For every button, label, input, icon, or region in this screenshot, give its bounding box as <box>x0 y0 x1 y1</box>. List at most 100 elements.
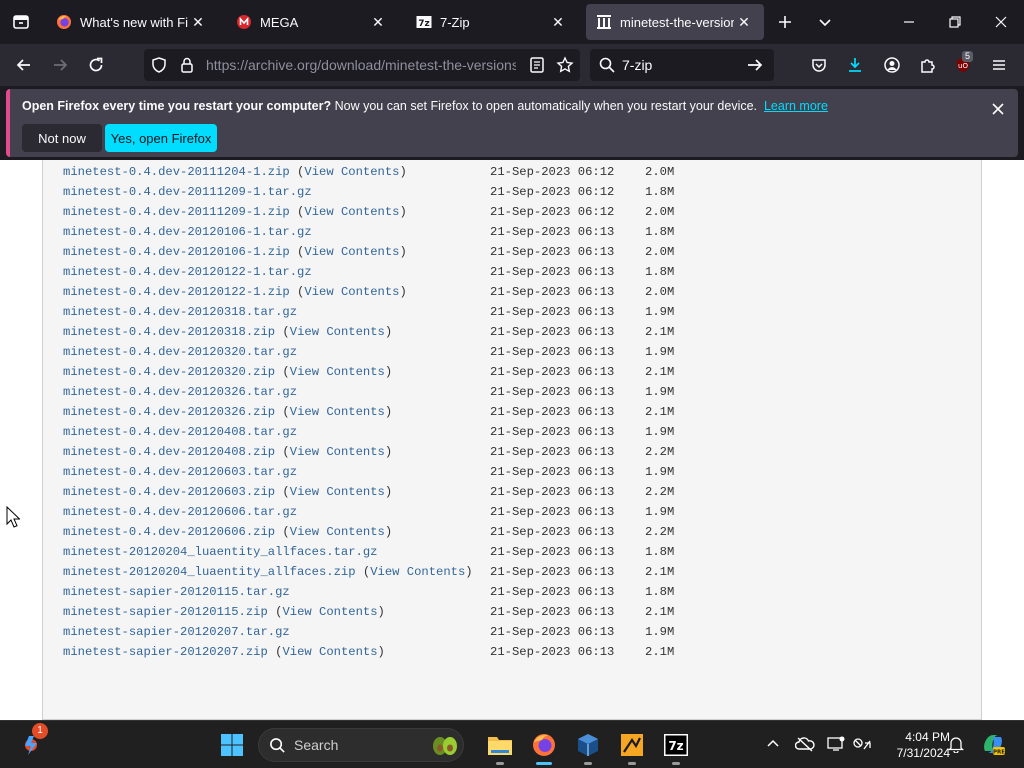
restore-icon <box>949 16 961 28</box>
file-link[interactable]: minetest-0.4.dev-20120320.tar.gz <box>63 345 297 359</box>
shield-icon[interactable] <box>150 56 168 79</box>
taskbar-search[interactable]: Search <box>258 728 464 762</box>
lock-icon[interactable] <box>178 56 196 79</box>
file-link[interactable]: minetest-0.4.dev-20120606.zip <box>63 525 275 539</box>
listing-row: minetest-0.4.dev-20120603.tar.gz 21-Sep-2… <box>63 462 674 482</box>
network-icon[interactable] <box>851 733 873 755</box>
file-link[interactable]: minetest-0.4.dev-20120326.tar.gz <box>63 385 297 399</box>
file-link[interactable]: minetest-0.4.dev-20120408.tar.gz <box>63 425 297 439</box>
tab-overview-button[interactable] <box>0 0 42 44</box>
notification-bell-icon[interactable] <box>945 733 967 755</box>
view-contents-link[interactable]: View Contents <box>290 365 385 379</box>
url-bar[interactable]: https://archive.org/download/minetest-th… <box>144 49 580 81</box>
list-all-tabs-button[interactable] <box>802 0 848 44</box>
file-link[interactable]: minetest-0.4.dev-20120318.tar.gz <box>63 305 297 319</box>
close-icon[interactable]: ✕ <box>368 12 388 32</box>
display-icon[interactable] <box>825 733 847 755</box>
paren-close: ) <box>384 445 393 459</box>
file-link[interactable]: minetest-0.4.dev-20120320.zip <box>63 365 275 379</box>
file-link[interactable]: minetest-0.4.dev-20111209-1.zip <box>63 205 290 219</box>
onedrive-offline-icon[interactable] <box>794 733 816 755</box>
close-icon[interactable]: ✕ <box>734 12 754 32</box>
close-icon[interactable]: ✕ <box>188 12 208 32</box>
hamburger-menu-icon <box>993 60 1005 70</box>
7zip-taskbar-button[interactable]: 7z <box>658 727 694 765</box>
reader-view-icon[interactable] <box>528 56 546 79</box>
downloads-button[interactable] <box>838 48 872 82</box>
tab-minetest-active[interactable]: minetest-the-versions ✕ <box>586 4 764 40</box>
account-button[interactable] <box>875 48 909 82</box>
file-link[interactable]: minetest-sapier-20120115.zip <box>63 605 268 619</box>
restore-button[interactable] <box>932 0 978 44</box>
file-link[interactable]: minetest-0.4.dev-20120408.zip <box>63 445 275 459</box>
back-button[interactable] <box>7 48 41 82</box>
file-link[interactable]: minetest-20120204_luaentity_allfaces.tar… <box>63 545 378 559</box>
file-explorer-button[interactable] <box>482 727 518 765</box>
tab-mega[interactable]: MEGA ✕ <box>226 4 398 40</box>
file-link[interactable]: minetest-0.4.dev-20120326.zip <box>63 405 275 419</box>
tab-7zip[interactable]: 7z 7-Zip ✕ <box>406 4 578 40</box>
file-link[interactable]: minetest-0.4.dev-20120122-1.zip <box>63 285 290 299</box>
forward-button[interactable] <box>43 48 77 82</box>
account-icon <box>884 57 900 73</box>
file-size: 2.1M <box>645 645 675 659</box>
search-query[interactable]: 7-zip <box>622 49 652 81</box>
tab-whats-new[interactable]: What's new with Firefox ✕ <box>46 4 218 40</box>
file-link[interactable]: minetest-sapier-20120207.tar.gz <box>63 625 290 639</box>
file-link[interactable]: minetest-0.4.dev-20120106-1.zip <box>63 245 290 259</box>
view-contents-link[interactable]: View Contents <box>282 605 377 619</box>
file-size: 2.2M <box>645 525 675 539</box>
view-contents-link[interactable]: View Contents <box>304 205 399 219</box>
view-contents-link[interactable]: View Contents <box>290 445 385 459</box>
7zip-icon: 7z <box>664 734 688 756</box>
search-bar[interactable]: 7-zip <box>590 49 774 81</box>
archive-app-button[interactable] <box>614 727 650 765</box>
pocket-button[interactable] <box>802 48 836 82</box>
file-link[interactable]: minetest-0.4.dev-20120603.tar.gz <box>63 465 297 479</box>
file-link[interactable]: minetest-0.4.dev-20120606.tar.gz <box>63 505 297 519</box>
file-link[interactable]: minetest-sapier-20120115.tar.gz <box>63 585 290 599</box>
view-contents-link[interactable]: View Contents <box>290 325 385 339</box>
view-contents-link[interactable]: View Contents <box>304 245 399 259</box>
view-contents-link[interactable]: View Contents <box>304 285 399 299</box>
file-date: 21-Sep-2023 06:13 <box>490 605 615 619</box>
copilot-icon[interactable]: PRE <box>980 731 1006 757</box>
menu-button[interactable] <box>982 48 1016 82</box>
search-go-icon[interactable] <box>746 56 764 79</box>
url-text[interactable]: https://archive.org/download/minetest-th… <box>206 49 516 81</box>
file-date: 21-Sep-2023 06:13 <box>490 505 615 519</box>
file-link[interactable]: minetest-0.4.dev-20111209-1.tar.gz <box>63 185 312 199</box>
reload-button[interactable] <box>79 48 113 82</box>
view-contents-link[interactable]: View Contents <box>290 525 385 539</box>
close-window-button[interactable] <box>978 0 1024 44</box>
view-contents-link[interactable]: View Contents <box>282 645 377 659</box>
yes-open-firefox-button[interactable]: Yes, open Firefox <box>105 124 217 152</box>
start-button[interactable] <box>214 727 250 763</box>
close-icon[interactable]: ✕ <box>548 12 568 32</box>
learn-more-link[interactable]: Learn more <box>764 99 828 113</box>
file-link[interactable]: minetest-0.4.dev-20120122-1.tar.gz <box>63 265 312 279</box>
bookmark-star-icon[interactable] <box>556 56 574 79</box>
close-notification-button[interactable] <box>988 99 1008 119</box>
file-link[interactable]: minetest-20120204_luaentity_allfaces.zip <box>63 565 356 579</box>
tray-overflow-chevron-up-icon[interactable] <box>762 733 784 755</box>
view-contents-link[interactable]: View Contents <box>304 165 399 179</box>
view-contents-link[interactable]: View Contents <box>370 565 465 579</box>
view-contents-link[interactable]: View Contents <box>290 405 385 419</box>
minimize-button[interactable] <box>886 0 932 44</box>
firefox-taskbar-button[interactable] <box>526 727 562 765</box>
file-link[interactable]: minetest-0.4.dev-20120603.zip <box>63 485 275 499</box>
taskbar-clock[interactable]: 4:04 PM 7/31/2024 <box>880 729 950 761</box>
file-link[interactable]: minetest-0.4.dev-20120318.zip <box>63 325 275 339</box>
file-link[interactable]: minetest-0.4.dev-20111204-1.zip <box>63 165 290 179</box>
not-now-button[interactable]: Not now <box>22 124 102 152</box>
file-link[interactable]: minetest-sapier-20120207.zip <box>63 645 268 659</box>
view-contents-link[interactable]: View Contents <box>290 485 385 499</box>
virtualbox-button[interactable] <box>570 727 606 765</box>
widgets-button[interactable]: 1 <box>14 723 50 763</box>
file-link[interactable]: minetest-0.4.dev-20120106-1.tar.gz <box>63 225 312 239</box>
ublock-button[interactable]: uO 5 <box>946 48 980 82</box>
file-date: 21-Sep-2023 06:13 <box>490 525 615 539</box>
extensions-button[interactable] <box>911 48 945 82</box>
paren-close: ) <box>399 165 407 179</box>
